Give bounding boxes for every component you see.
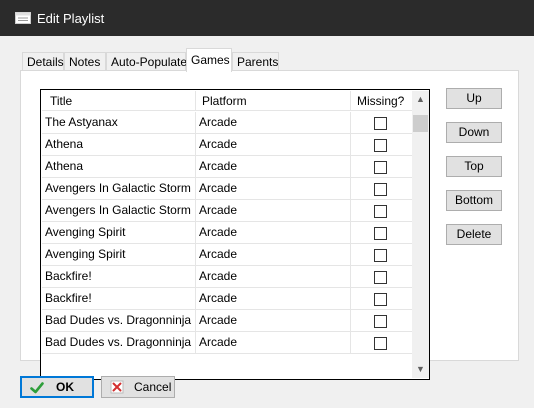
table-row[interactable]: Bad Dudes vs. Dragonninja Arcade [42, 310, 412, 332]
game-title-cell: Avenging Spirit [42, 222, 196, 243]
table-row[interactable]: The Astyanax Arcade [42, 112, 412, 134]
column-header-title[interactable]: Title [42, 91, 196, 111]
list-header: Title Platform Missing? [42, 91, 412, 111]
cancel-x-icon [110, 380, 124, 394]
scroll-thumb[interactable] [413, 115, 428, 132]
tab-label: Auto-Populate [111, 55, 188, 69]
game-title-cell: Backfire! [42, 288, 196, 309]
tab-games[interactable]: Games [186, 48, 232, 72]
tab-label: Details [27, 55, 64, 69]
missing-checkbox[interactable] [374, 293, 387, 306]
checkmark-icon [30, 382, 44, 394]
table-row[interactable]: Avengers In Galactic Storm Arcade [42, 178, 412, 200]
ok-button[interactable]: OK [20, 376, 94, 398]
games-list[interactable]: Title Platform Missing? The Astyanax Arca… [40, 89, 430, 380]
tab-notes[interactable]: Notes [64, 52, 106, 71]
tab-label: Games [191, 53, 230, 67]
tab-label: Notes [69, 55, 101, 69]
platform-cell: Arcade [196, 266, 351, 287]
title-bar[interactable]: Edit Playlist [0, 0, 534, 36]
game-title-cell: Backfire! [42, 266, 196, 287]
table-row[interactable]: Athena Arcade [42, 156, 412, 178]
missing-checkbox[interactable] [374, 205, 387, 218]
down-button[interactable]: Down [446, 122, 502, 143]
platform-cell: Arcade [196, 156, 351, 177]
column-header-platform[interactable]: Platform [196, 91, 351, 111]
cancel-button[interactable]: Cancel [101, 376, 175, 398]
table-row[interactable]: Avenging Spirit Arcade [42, 222, 412, 244]
platform-cell: Arcade [196, 134, 351, 155]
delete-button[interactable]: Delete [446, 224, 502, 245]
platform-cell: Arcade [196, 112, 351, 133]
missing-checkbox[interactable] [374, 337, 387, 350]
platform-cell: Arcade [196, 288, 351, 309]
tab-label: Parents [237, 55, 279, 69]
table-row[interactable]: Backfire! Arcade [42, 266, 412, 288]
tab-auto-populate[interactable]: Auto-Populate [106, 52, 188, 71]
dialog-client-area: Details Notes Auto-Populate Games Parent… [0, 36, 534, 408]
missing-checkbox[interactable] [374, 249, 387, 262]
game-title-cell: Avengers In Galactic Storm [42, 200, 196, 221]
vertical-scrollbar[interactable]: ▲ ▼ [412, 91, 429, 378]
table-row[interactable]: Backfire! Arcade [42, 288, 412, 310]
column-header-missing[interactable]: Missing? [351, 91, 412, 111]
game-title-cell: Athena [42, 134, 196, 155]
platform-cell: Arcade [196, 244, 351, 265]
game-title-cell: Bad Dudes vs. Dragonninja [42, 310, 196, 331]
missing-checkbox[interactable] [374, 315, 387, 328]
missing-checkbox[interactable] [374, 271, 387, 284]
ok-label: OK [56, 380, 74, 394]
platform-cell: Arcade [196, 178, 351, 199]
list-rows: The Astyanax Arcade Athena Arcade Athena Arca… [42, 112, 412, 354]
table-row[interactable]: Avenging Spirit Arcade [42, 244, 412, 266]
table-row[interactable]: Athena Arcade [42, 134, 412, 156]
cancel-label: Cancel [134, 380, 172, 394]
table-row[interactable]: Bad Dudes vs. Dragonninja Arcade [42, 332, 412, 354]
game-title-cell: Bad Dudes vs. Dragonninja [42, 332, 196, 353]
platform-cell: Arcade [196, 200, 351, 221]
platform-cell: Arcade [196, 222, 351, 243]
window-icon [15, 12, 31, 24]
scroll-up-arrow-icon[interactable]: ▲ [412, 91, 429, 108]
game-title-cell: Avenging Spirit [42, 244, 196, 265]
table-row[interactable]: Avengers In Galactic Storm Arcade [42, 200, 412, 222]
missing-checkbox[interactable] [374, 117, 387, 130]
game-title-cell: Athena [42, 156, 196, 177]
up-button[interactable]: Up [446, 88, 502, 109]
missing-checkbox[interactable] [374, 139, 387, 152]
scroll-down-arrow-icon[interactable]: ▼ [412, 361, 429, 378]
bottom-button[interactable]: Bottom [446, 190, 502, 211]
platform-cell: Arcade [196, 310, 351, 331]
missing-checkbox[interactable] [374, 227, 387, 240]
missing-checkbox[interactable] [374, 161, 387, 174]
platform-cell: Arcade [196, 332, 351, 353]
top-button[interactable]: Top [446, 156, 502, 177]
tab-details[interactable]: Details [22, 52, 64, 71]
game-title-cell: The Astyanax [42, 112, 196, 133]
missing-checkbox[interactable] [374, 183, 387, 196]
tab-parents[interactable]: Parents [232, 52, 279, 71]
game-title-cell: Avengers In Galactic Storm [42, 178, 196, 199]
window-title: Edit Playlist [37, 11, 105, 26]
